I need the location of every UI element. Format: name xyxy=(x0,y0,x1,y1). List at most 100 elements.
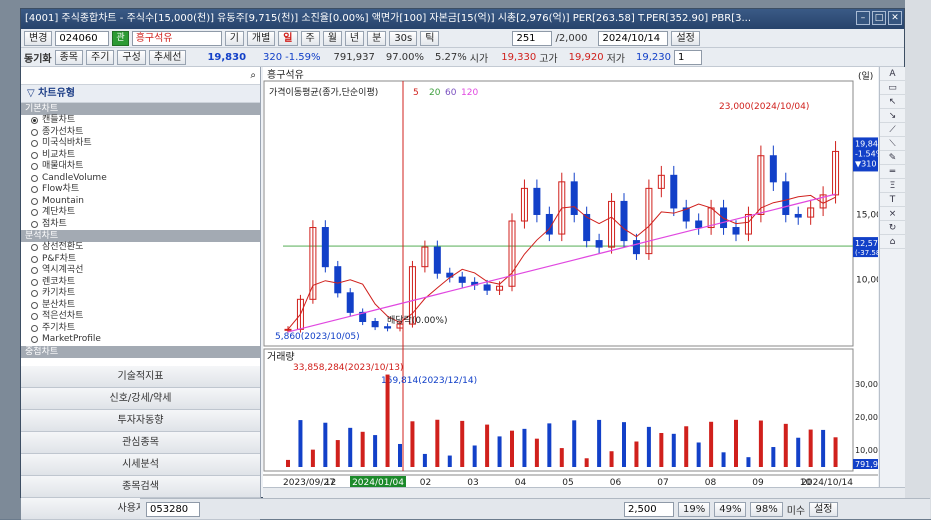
close-icon[interactable]: ✕ xyxy=(888,11,902,25)
drawing-tool-icon[interactable]: ⟋ xyxy=(880,123,905,137)
maximize-icon[interactable]: □ xyxy=(872,11,886,25)
bottom-price[interactable]: 2,500 xyxy=(624,501,674,517)
misu-checkbox[interactable]: 미수 xyxy=(787,502,805,517)
radio-icon[interactable] xyxy=(31,324,38,332)
basic-item[interactable]: CandleVolume xyxy=(21,173,260,185)
radio-icon[interactable] xyxy=(31,267,38,275)
period-tab-month[interactable]: 월 xyxy=(322,30,342,46)
radio-icon[interactable] xyxy=(31,220,38,228)
date-input[interactable]: 2024/10/14 xyxy=(598,30,669,46)
cycle-button[interactable]: 주기 xyxy=(86,49,115,65)
radio-icon[interactable] xyxy=(31,290,38,298)
analysis-item[interactable]: MarketProfile xyxy=(21,334,260,346)
drawing-tool-icon[interactable]: A xyxy=(880,67,905,81)
radio-icon[interactable] xyxy=(31,255,38,263)
basic-item[interactable]: 매물대차트 xyxy=(21,161,260,173)
sidebar-menu-item[interactable]: 투자자동향 xyxy=(21,409,260,432)
period-tab-day[interactable]: 일 xyxy=(278,30,298,46)
one-select[interactable]: 1 xyxy=(674,49,703,65)
radio-icon[interactable] xyxy=(31,140,38,148)
settings-button[interactable]: 설정 xyxy=(671,30,700,46)
volume-tag: 791,936 xyxy=(855,460,878,469)
compose-button[interactable]: 구성 xyxy=(117,49,146,65)
radio-icon[interactable] xyxy=(31,278,38,286)
basic-item[interactable]: Mountain xyxy=(21,196,260,208)
search-icon[interactable]: ⌕ xyxy=(250,70,256,81)
period-tab-minute[interactable]: 분 xyxy=(367,30,387,46)
radio-icon[interactable] xyxy=(31,186,38,194)
section-analysis[interactable]: 분석차트 xyxy=(21,230,260,242)
basic-item[interactable]: 계단차트 xyxy=(21,207,260,219)
period-tab-year[interactable]: 년 xyxy=(344,30,365,46)
period-tab-individual[interactable]: 개별 xyxy=(246,30,276,46)
chart-area[interactable]: 흥구석유 (일) 가격이동평균(종가,단순이평) 5 20 60 120 15,000 10,0… xyxy=(263,67,901,488)
basic-item[interactable]: 캔들차트 xyxy=(21,115,260,127)
radio-icon[interactable] xyxy=(31,313,38,321)
change-button[interactable]: 변경 xyxy=(24,30,53,46)
drawing-tool-icon[interactable]: × xyxy=(880,207,905,221)
trendline-button[interactable]: 추세선 xyxy=(148,49,187,65)
period-tab-gi[interactable]: 기 xyxy=(224,30,244,46)
bottom-code[interactable]: 053280 xyxy=(146,501,200,517)
stock-code-input[interactable]: 024060 xyxy=(55,30,110,46)
drawing-tool-icon[interactable]: ═ xyxy=(880,165,905,179)
basic-item[interactable]: 미국식바차트 xyxy=(21,138,260,150)
analysis-item[interactable]: 역시계곡선 xyxy=(21,265,260,277)
drawing-tool-icon[interactable]: ↻ xyxy=(880,221,905,235)
sidebar-menu-item[interactable]: 기술적지표 xyxy=(21,365,260,388)
drawing-tool-icon[interactable]: T xyxy=(880,193,905,207)
radio-icon[interactable] xyxy=(31,174,38,182)
analysis-item[interactable]: 주기차트 xyxy=(21,323,260,335)
drawing-tool-icon[interactable]: ↘ xyxy=(880,109,905,123)
drawing-tool-icon[interactable]: ⟍ xyxy=(880,137,905,151)
radio-icon[interactable] xyxy=(31,128,38,136)
pct-98-button[interactable]: 98% xyxy=(750,501,783,517)
radio-icon[interactable] xyxy=(31,151,38,159)
sidebar-search[interactable]: ⌕ xyxy=(21,67,260,85)
pct-49-button[interactable]: 49% xyxy=(714,501,747,517)
radio-icon[interactable] xyxy=(31,163,38,171)
stock-name-input[interactable]: 흥구석유 xyxy=(131,30,222,46)
radio-icon[interactable] xyxy=(31,197,38,205)
sidebar-menu-item[interactable]: 시세분석 xyxy=(21,453,260,476)
analysis-item[interactable]: 카기차트 xyxy=(21,288,260,300)
analysis-item[interactable]: P&F차트 xyxy=(21,254,260,266)
window-titlebar[interactable]: [4001] 주식종합차트 - 주식수[15,000(천)] 유동주[9,715… xyxy=(21,9,904,29)
sidebar-menu-item[interactable]: 종목검색 xyxy=(21,475,260,498)
analysis-item[interactable]: 렌코차트 xyxy=(21,277,260,289)
drawing-tool-icon[interactable]: ✎ xyxy=(880,151,905,165)
period-tab-30s[interactable]: 30s xyxy=(389,30,418,46)
drawing-tool-icon[interactable]: ▭ xyxy=(880,81,905,95)
analysis-item[interactable]: 분산차트 xyxy=(21,300,260,312)
sidebar-menu-item[interactable]: 관심종목 xyxy=(21,431,260,454)
basic-item[interactable]: 점차트 xyxy=(21,219,260,231)
sidebar-header[interactable]: ▽ 차트유형 xyxy=(21,85,260,103)
volume-bar xyxy=(584,458,589,467)
analysis-item[interactable]: 삼선전환도 xyxy=(21,242,260,254)
radio-icon[interactable] xyxy=(31,301,38,309)
pct-19-button[interactable]: 19% xyxy=(678,501,711,517)
count-input[interactable]: 251 xyxy=(512,30,553,46)
drawing-tool-icon[interactable]: ↖ xyxy=(880,95,905,109)
stock-button[interactable]: 종목 xyxy=(54,49,84,65)
basic-item[interactable]: 비교차트 xyxy=(21,150,260,162)
analysis-item[interactable]: 적은선차트 xyxy=(21,311,260,323)
drawing-tool-icon[interactable]: ⌂ xyxy=(880,235,905,249)
price-tag-change: ▼310 xyxy=(855,159,876,168)
drawing-tool-icon[interactable]: Ξ xyxy=(880,179,905,193)
period-tab-tick[interactable]: 틱 xyxy=(420,30,440,46)
radio-icon[interactable] xyxy=(31,117,38,125)
radio-icon[interactable] xyxy=(31,209,38,217)
basic-item[interactable]: 종가선차트 xyxy=(21,127,260,139)
minimize-icon[interactable]: – xyxy=(856,11,870,25)
basic-item[interactable]: Flow차트 xyxy=(21,184,260,196)
section-basic[interactable]: 기본차트 xyxy=(21,103,260,115)
radio-icon[interactable] xyxy=(31,244,38,252)
search-button[interactable]: 관 xyxy=(112,30,129,46)
sidebar-menu-item[interactable]: 신호/강세/약세 xyxy=(21,387,260,410)
section-overlay[interactable]: 중첩차트 xyxy=(21,345,260,358)
bottom-settings-button[interactable]: 설정 xyxy=(809,501,838,517)
radio-icon[interactable] xyxy=(31,336,38,344)
volume-tick-label: 30,000,000 xyxy=(855,380,878,389)
period-tab-week[interactable]: 주 xyxy=(300,30,320,46)
